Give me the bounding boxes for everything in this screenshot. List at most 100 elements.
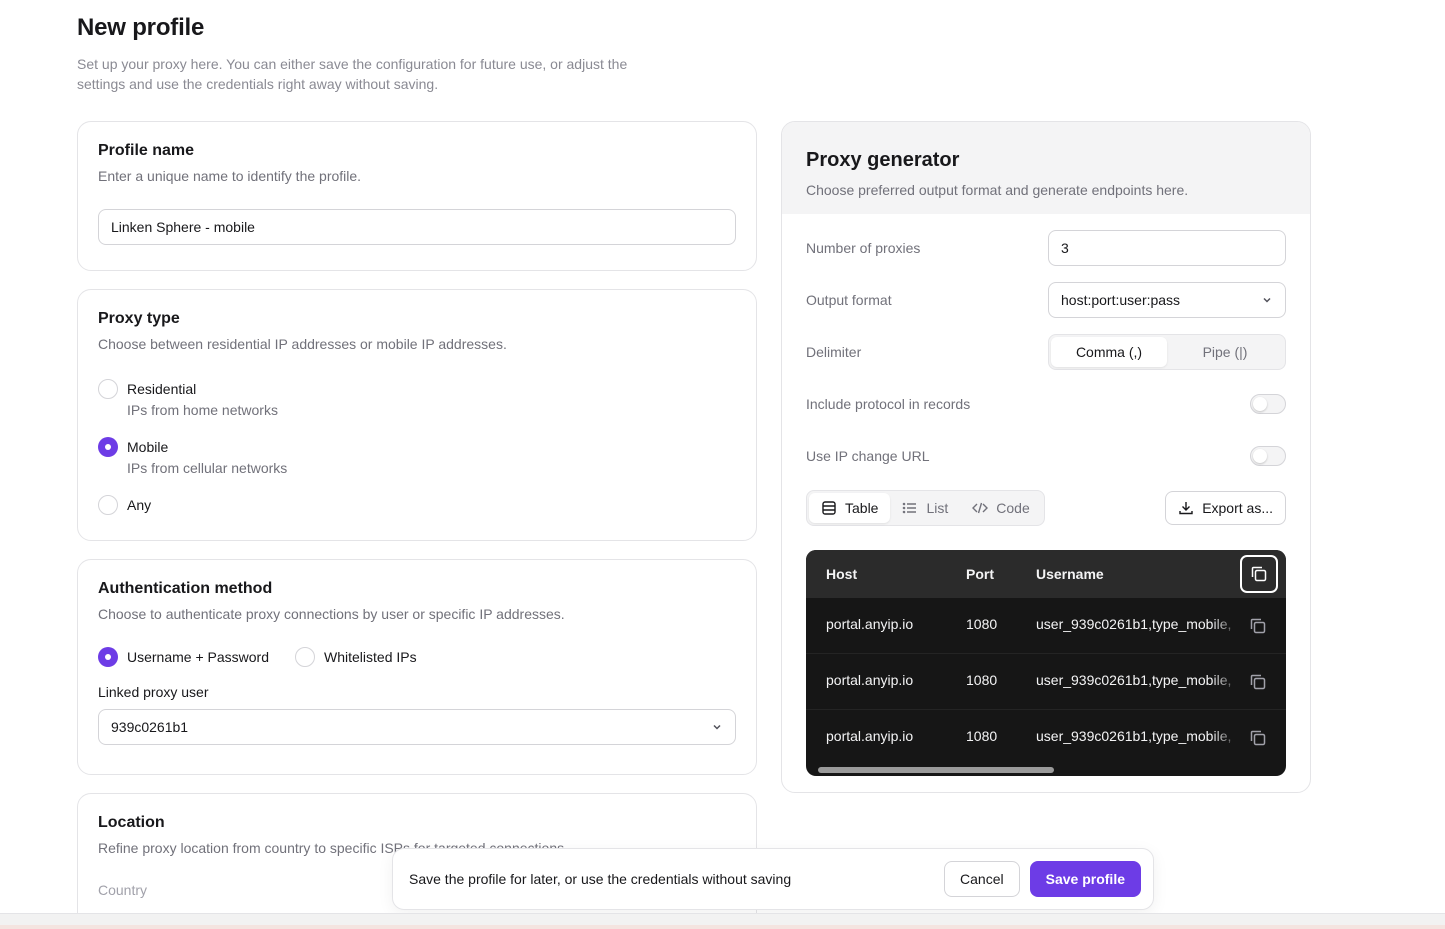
export-as-button[interactable]: Export as...	[1165, 491, 1286, 525]
save-bar-text: Save the profile for later, or use the c…	[409, 871, 792, 887]
table-row: portal.anyip.io 1080 user_939c0261b1,typ…	[806, 654, 1286, 710]
delimiter-pipe-button[interactable]: Pipe (|)	[1167, 337, 1283, 367]
download-icon	[1179, 502, 1193, 515]
delimiter-toggle-group: Comma (,) Pipe (|)	[1048, 334, 1286, 370]
proxy-table: Host Port Username portal.anyip.io 1080 …	[806, 550, 1286, 776]
auth-method-card: Authentication method Choose to authenti…	[77, 559, 757, 775]
profile-name-card: Profile name Enter a unique name to iden…	[77, 121, 757, 271]
ip-change-url-label: Use IP change URL	[806, 448, 930, 464]
page-header: New profile Set up your proxy here. You …	[77, 14, 717, 94]
list-icon	[903, 502, 917, 514]
userpass-label: Username + Password	[127, 649, 270, 665]
ip-change-url-toggle[interactable]	[1250, 446, 1286, 466]
row-username: user_939c0261b1,type_mobile,	[1036, 728, 1232, 744]
whitelist-label: Whitelisted IPs	[324, 649, 417, 665]
copy-icon[interactable]	[1248, 728, 1268, 748]
tab-list-label: List	[926, 500, 949, 516]
page-title: New profile	[77, 14, 205, 41]
proxy-type-title: Proxy type	[98, 310, 180, 327]
column-host: Host	[826, 566, 858, 582]
copy-icon[interactable]	[1248, 672, 1268, 692]
tab-table[interactable]: Table	[809, 493, 891, 523]
delimiter-comma-button[interactable]: Comma (,)	[1051, 337, 1167, 367]
column-port: Port	[966, 566, 994, 582]
row-host: portal.anyip.io	[826, 728, 914, 744]
residential-label: Residential	[127, 381, 197, 397]
row-port: 1080	[966, 616, 998, 632]
proxy-generator-header: Proxy generator Choose preferred output …	[782, 122, 1310, 214]
cancel-button[interactable]: Cancel	[944, 861, 1020, 897]
table-icon	[822, 501, 836, 515]
table-row: portal.anyip.io 1080 user_939c0261b1,typ…	[806, 710, 1286, 766]
proxy-type-option-residential[interactable]: Residential IPs from home networks	[98, 379, 736, 420]
table-horizontal-scrollbar[interactable]	[818, 767, 1054, 773]
save-profile-button[interactable]: Save profile	[1029, 861, 1141, 897]
proxy-generator-description: Choose preferred output format and gener…	[806, 182, 1189, 198]
table-row: portal.anyip.io 1080 user_939c0261b1,typ…	[806, 598, 1286, 654]
mobile-label: Mobile	[127, 439, 169, 455]
row-username: user_939c0261b1,type_mobile,	[1036, 672, 1232, 688]
include-protocol-label: Include protocol in records	[806, 396, 971, 412]
include-protocol-row: Include protocol in records	[806, 394, 1286, 414]
profile-name-input[interactable]: Linken Sphere - mobile	[98, 209, 736, 245]
profile-name-title: Profile name	[98, 142, 195, 159]
row-port: 1080	[966, 672, 998, 688]
proxy-type-options: Residential IPs from home networks Mobil…	[98, 379, 736, 515]
delimiter-label: Delimiter	[806, 344, 862, 360]
save-bar: Save the profile for later, or use the c…	[392, 848, 1154, 910]
proxy-generator-panel: Proxy generator Choose preferred output …	[781, 121, 1311, 793]
number-of-proxies-input[interactable]: 3	[1048, 230, 1286, 266]
proxy-type-option-any[interactable]: Any	[98, 495, 736, 515]
residential-sublabel: IPs from home networks	[127, 402, 278, 418]
tab-list[interactable]: List	[890, 493, 960, 523]
profile-name-description: Enter a unique name to identify the prof…	[98, 168, 362, 184]
proxy-type-option-mobile[interactable]: Mobile IPs from cellular networks	[98, 437, 736, 478]
copy-all-button[interactable]	[1240, 555, 1278, 593]
output-format-label: Output format	[806, 292, 892, 308]
row-host: portal.anyip.io	[826, 672, 914, 688]
copy-icon[interactable]	[1248, 616, 1268, 636]
residential-radio[interactable]	[98, 379, 118, 399]
any-label: Any	[127, 497, 152, 513]
auth-method-title: Authentication method	[98, 580, 273, 597]
include-protocol-toggle[interactable]	[1250, 394, 1286, 414]
row-host: portal.anyip.io	[826, 616, 914, 632]
number-of-proxies-row: Number of proxies 3	[806, 230, 1286, 266]
linked-user-select[interactable]: 939c0261b1	[98, 709, 736, 745]
delimiter-row: Delimiter Comma (,) Pipe (|)	[806, 334, 1286, 370]
chevron-down-icon	[713, 724, 721, 730]
whitelist-radio[interactable]	[295, 647, 316, 667]
output-format-value: host:port:user:pass	[1061, 292, 1181, 308]
auth-method-description: Choose to authenticate proxy connections…	[98, 606, 565, 622]
page-subtitle: Set up your proxy here. You can either s…	[77, 54, 717, 94]
export-as-label: Export as...	[1202, 500, 1273, 516]
tab-code[interactable]: Code	[960, 493, 1041, 523]
tab-table-label: Table	[845, 500, 879, 516]
proxy-type-description: Choose between residential IP addresses …	[98, 336, 507, 352]
auth-method-options: Username + Password Whitelisted IPs	[98, 647, 736, 667]
auth-option-whitelist[interactable]: Whitelisted IPs	[295, 647, 417, 667]
output-format-select[interactable]: host:port:user:pass	[1048, 282, 1286, 318]
mobile-radio[interactable]	[98, 437, 118, 457]
ip-change-url-row: Use IP change URL	[806, 446, 1286, 466]
mobile-sublabel: IPs from cellular networks	[127, 460, 288, 476]
location-title: Location	[98, 814, 165, 831]
linked-user-value: 939c0261b1	[111, 719, 189, 735]
number-of-proxies-label: Number of proxies	[806, 240, 921, 256]
proxy-table-header: Host Port Username	[806, 550, 1286, 598]
chevron-down-icon	[1263, 297, 1271, 303]
tab-code-label: Code	[996, 500, 1030, 516]
output-format-row: Output format host:port:user:pass	[806, 282, 1286, 318]
linked-user-label: Linked proxy user	[98, 684, 209, 700]
any-radio[interactable]	[98, 495, 118, 515]
auth-option-userpass[interactable]: Username + Password	[98, 647, 269, 667]
page-subtitle-line-2: settings and use the credentials right a…	[77, 76, 439, 92]
proxy-type-card: Proxy type Choose between residential IP…	[77, 289, 757, 541]
copy-icon	[1251, 566, 1267, 582]
row-port: 1080	[966, 728, 998, 744]
page-subtitle-line-1: Set up your proxy here. You can either s…	[77, 56, 628, 72]
userpass-radio[interactable]	[98, 647, 118, 667]
code-icon	[972, 502, 989, 514]
column-username: Username	[1036, 566, 1104, 582]
row-username: user_939c0261b1,type_mobile,	[1036, 616, 1232, 632]
